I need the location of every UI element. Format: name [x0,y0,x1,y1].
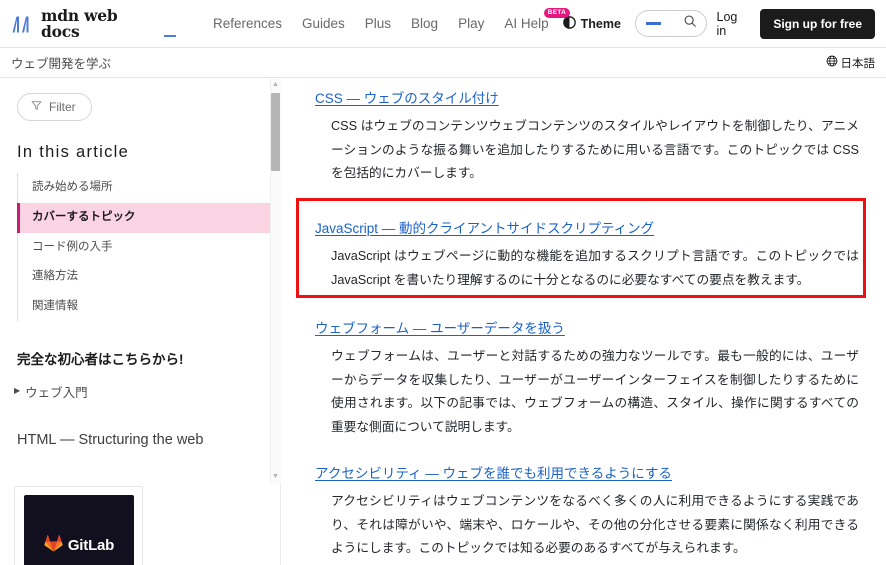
nav-item-guides[interactable]: Guides [292,10,355,37]
underscore-cursor-icon [163,35,176,37]
nav-item-play[interactable]: Play [448,10,494,37]
search-input[interactable] [634,10,707,37]
half-circle-contrast-icon [562,15,576,32]
toc-item-get-code-examples[interactable]: コード例の入手 [17,233,270,263]
search-icon [683,14,697,33]
mdn-page: mdn web docs References Guides Plus Blog… [0,0,886,565]
nav-label: AI Help [504,16,549,31]
top-header: mdn web docs References Guides Plus Blog… [0,0,886,48]
nav-item-ai-help[interactable]: AI Help BETA [494,8,570,37]
language-switcher[interactable]: 日本語 [826,55,876,71]
scroll-down-arrow-icon[interactable]: ▼ [271,472,280,481]
filter-label: Filter [49,100,76,114]
topic-link-css[interactable]: CSS — ウェブのスタイル付け [315,89,499,109]
main-content: CSS — ウェブのスタイル付け CSS はウェブのコンテンツウェブコンテンツの… [282,79,886,565]
topic-block-web-forms: ウェブフォーム — ユーザーデータを扱う ウェブフォームは、ユーザーと対話するた… [282,319,886,439]
toc-heading: In this article [17,143,130,161]
language-label: 日本語 [840,57,876,70]
ad-card: GitLab [24,495,134,565]
topic-block-accessibility: アクセシビリティ — ウェブを誰でも利用できるようにする アクセシビリティはウェ… [282,464,886,561]
text-cursor-icon [645,22,661,25]
brand-text: mdn web docs [41,8,176,39]
toc-item-where-to-start[interactable]: 読み始める場所 [17,173,270,203]
page-title: ウェブ開発を学ぶ [11,57,112,71]
topic-description-javascript: JavaScript はウェブページに動的な機能を追加するスクリプト言語です。こ… [331,249,859,287]
header-right-controls: Theme Log in Sign up for free [559,8,875,39]
filter-funnel-icon [31,100,42,114]
sidebar: Filter In this article 読み始める場所 カバーするトピック… [0,79,281,565]
nav-label: Plus [364,16,392,31]
sidebar-item-label: ウェブ入門 [25,385,88,400]
login-link[interactable]: Log in [717,10,751,38]
beginner-heading: 完全な初心者はこちらから! [17,351,184,367]
nav-label: Play [458,16,485,31]
toc-list: 読み始める場所 カバーするトピック コード例の入手 連絡方法 関連情報 [17,173,270,322]
mdn-m-logo-icon [11,15,35,39]
mdn-brand-link[interactable]: mdn web docs [11,8,176,39]
scroll-up-arrow-icon[interactable]: ▲ [271,80,280,89]
beta-badge: BETA [544,8,570,18]
toc-item-label: コード例の入手 [32,240,113,253]
topic-link-javascript[interactable]: JavaScript — 動的クライアントサイドスクリプティング [315,219,654,239]
toc-item-see-also[interactable]: 関連情報 [17,292,270,322]
triangle-right-icon: ▶ [14,386,21,396]
topic-link-accessibility[interactable]: アクセシビリティ — ウェブを誰でも利用できるようにする [315,464,672,484]
sidebar-scrollbar-thumb[interactable] [271,93,280,171]
toc-item-label: カバーするトピック [32,210,136,223]
nav-label: References [212,16,282,31]
main-navigation: References Guides Plus Blog Play AI Help… [203,8,570,37]
nav-label: Guides [302,16,345,31]
topic-description-accessibility: アクセシビリティはウェブコンテンツをなるべく多くの人に利用できるようにする実践で… [331,494,859,556]
sidebar-section-html: HTML — Structuring the web [17,431,204,448]
topic-link-web-forms[interactable]: ウェブフォーム — ユーザーデータを扱う [315,319,565,339]
sidebar-item-getting-started-web[interactable]: ▶ ウェブ入門 [14,382,270,401]
globe-icon [826,55,838,70]
toc-item-label: 連絡方法 [32,270,78,283]
toc-item-topics-covered[interactable]: カバーするトピック [17,202,270,233]
topic-block-javascript: JavaScript — 動的クライアントサイドスクリプティング JavaScr… [282,219,886,292]
ad-brand-label: GitLab [67,536,115,554]
topic-block-css: CSS — ウェブのスタイル付け CSS はウェブのコンテンツウェブコンテンツの… [282,89,886,186]
gitlab-fox-icon [44,534,63,557]
toc-item-label: 関連情報 [32,300,78,313]
nav-item-references[interactable]: References [203,10,292,37]
sidebar-inner: Filter In this article 読み始める場所 カバーするトピック… [0,79,270,565]
topic-description-css: CSS はウェブのコンテンツウェブコンテンツのスタイルやレイアウトを制御したり、… [331,119,859,181]
nav-item-blog[interactable]: Blog [401,10,448,37]
theme-label: Theme [580,16,621,31]
toc-item-label: 読み始める場所 [32,181,113,193]
signup-button[interactable]: Sign up for free [760,8,875,39]
nav-item-plus[interactable]: Plus [355,10,401,37]
brand-name: mdn web docs [41,6,118,41]
filter-button[interactable]: Filter [17,93,92,121]
breadcrumb-bar: ウェブ開発を学ぶ 日本語 [0,48,886,78]
sidebar-advertisement[interactable]: GitLab [14,486,143,565]
toc-item-contact-us[interactable]: 連絡方法 [17,262,270,292]
topic-description-web-forms: ウェブフォームは、ユーザーと対話するための強力なツールです。最も一般的には、ユー… [331,349,859,434]
nav-label: Blog [411,16,439,31]
